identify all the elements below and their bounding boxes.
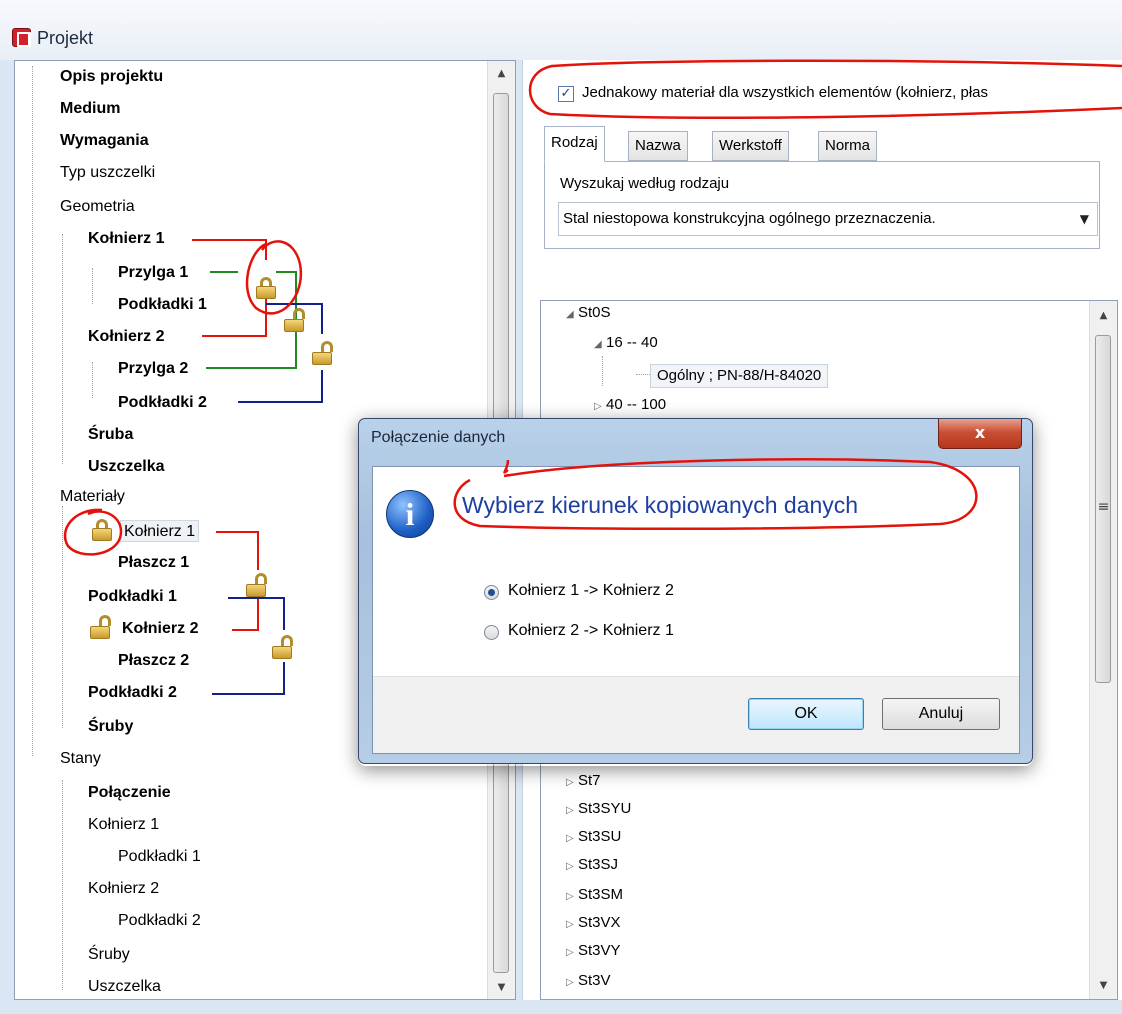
ok-button[interactable]: OK — [748, 698, 864, 730]
tree-guide — [92, 268, 93, 304]
copy-direction-2-to-1-label[interactable]: Kołnierz 2 -> Kołnierz 1 — [508, 622, 674, 640]
unlock-icon[interactable] — [312, 341, 333, 365]
tree-node-grade[interactable]: ▷ St3SJ — [566, 854, 618, 876]
tab-norma[interactable]: Norma — [818, 131, 878, 161]
tree-node-16-40[interactable]: ◢ 16 -- 40 — [594, 332, 658, 354]
lock-icon[interactable] — [256, 277, 276, 299]
tree-guide — [62, 506, 63, 728]
material-tree-scrollbar[interactable]: ▲ ≡ ▼ — [1089, 301, 1117, 999]
tree-node-grade[interactable]: ▷ St3V — [566, 970, 611, 992]
scroll-up-icon[interactable]: ▲ — [488, 63, 515, 83]
tree-item-mat-podkladki-2[interactable]: Podkładki 2 — [88, 682, 177, 704]
same-material-checkbox[interactable]: ✓ — [558, 86, 574, 102]
tree-item-opis-projektu[interactable]: Opis projektu — [60, 66, 163, 88]
scroll-down-icon[interactable]: ▼ — [1090, 975, 1117, 995]
collapsed-icon[interactable]: ▷ — [594, 396, 606, 418]
app-logo-icon — [12, 28, 31, 47]
info-icon: i — [386, 490, 434, 538]
tree-guide — [62, 234, 63, 464]
unlock-icon[interactable] — [284, 308, 305, 332]
tab-werkstoff[interactable]: Werkstoff — [712, 131, 789, 161]
copy-direction-1-to-2-radio[interactable] — [484, 585, 499, 600]
tab-nazwa[interactable]: Nazwa — [628, 131, 688, 161]
tree-node-grade[interactable]: ▷ St7 — [566, 770, 601, 792]
tree-item-przylga-2[interactable]: Przylga 2 — [118, 358, 188, 380]
tree-guide — [32, 66, 33, 756]
collapsed-icon[interactable]: ▷ — [566, 856, 578, 878]
unlock-icon[interactable] — [90, 615, 111, 639]
collapsed-icon[interactable]: ▷ — [566, 942, 578, 964]
unlock-icon[interactable] — [246, 573, 267, 597]
tree-item-plaszcz-1[interactable]: Płaszcz 1 — [118, 552, 189, 574]
expanded-icon[interactable]: ◢ — [566, 304, 578, 326]
lock-icon[interactable] — [92, 519, 112, 541]
scroll-down-icon[interactable]: ▼ — [488, 977, 515, 997]
tree-item-polaczenie[interactable]: Połączenie — [88, 782, 171, 804]
tab-rodzaj[interactable]: Rodzaj — [544, 126, 605, 162]
tree-item-uszczelka[interactable]: Uszczelka — [88, 456, 165, 478]
material-type-value: Stal niestopowa konstrukcyjna ogólnego p… — [563, 210, 936, 227]
cancel-button[interactable]: Anuluj — [882, 698, 1000, 730]
scroll-up-icon[interactable]: ▲ — [1090, 305, 1117, 325]
tree-item-stany-podkladki-2[interactable]: Podkładki 2 — [118, 910, 201, 932]
tree-node-40-100[interactable]: ▷ 40 -- 100 — [594, 394, 666, 416]
material-type-select[interactable]: Stal niestopowa konstrukcyjna ogólnego p… — [558, 202, 1098, 236]
tree-guide — [602, 356, 603, 386]
tree-item-geometria[interactable]: Geometria — [60, 196, 135, 218]
tree-item-przylga-1[interactable]: Przylga 1 — [118, 262, 188, 284]
tree-item-typ-uszczelki[interactable]: Typ uszczelki — [60, 162, 155, 184]
tree-item-mat-kolnierz-2[interactable]: Kołnierz 2 — [122, 618, 198, 640]
tree-item-stany-uszczelka[interactable]: Uszczelka — [88, 976, 161, 998]
tree-item-medium[interactable]: Medium — [60, 98, 120, 120]
copy-direction-2-to-1-radio[interactable] — [484, 625, 499, 640]
collapsed-icon[interactable]: ▷ — [566, 914, 578, 936]
tree-item-stany-kolnierz-1[interactable]: Kołnierz 1 — [88, 814, 159, 836]
tree-item-stany[interactable]: Stany — [60, 748, 101, 770]
window-title: Projekt — [37, 28, 94, 48]
collapsed-icon[interactable]: ▷ — [566, 800, 578, 822]
tree-node-st0s[interactable]: ◢ St0S — [566, 302, 611, 324]
tree-node-grade[interactable]: ▷ St3SYU — [566, 798, 631, 820]
tree-node-grade[interactable]: ▷ St3SM — [566, 884, 623, 906]
tree-guide — [62, 780, 63, 990]
chevron-down-icon[interactable]: ▼ — [1080, 203, 1089, 235]
tree-item-stany-sruby[interactable]: Śruby — [88, 944, 130, 966]
tree-item-podkladki-2[interactable]: Podkładki 2 — [118, 392, 207, 414]
app-window: Projekt ▲ ▼ Opis projektu Medium Wymagan… — [0, 0, 1122, 1014]
tree-item-plaszcz-2[interactable]: Płaszcz 2 — [118, 650, 189, 672]
tree-guide — [92, 362, 93, 398]
tree-node-grade[interactable]: ▷ St3SU — [566, 826, 621, 848]
collapsed-icon[interactable]: ▷ — [566, 772, 578, 794]
tree-item-kolnierz-2[interactable]: Kołnierz 2 — [88, 326, 164, 348]
dialog-title: Połączenie danych — [371, 429, 506, 446]
unlock-icon[interactable] — [272, 635, 293, 659]
tree-item-kolnierz-1[interactable]: Kołnierz 1 — [88, 228, 164, 250]
tree-guide — [636, 374, 650, 375]
tree-item-mat-podkladki-1[interactable]: Podkładki 1 — [88, 586, 177, 608]
close-icon[interactable]: x — [938, 419, 1022, 449]
dialog-heading: Wybierz kierunek kopiowanych danych — [462, 492, 859, 518]
tree-item-stany-podkladki-1[interactable]: Podkładki 1 — [118, 846, 201, 868]
search-by-type-label: Wyszukaj według rodzaju — [560, 175, 730, 192]
collapsed-icon[interactable]: ▷ — [566, 972, 578, 994]
tree-item-sruba[interactable]: Śruba — [88, 424, 133, 446]
same-material-label: Jednakowy materiał dla wszystkich elemen… — [582, 84, 988, 101]
tree-item-podkladki-1[interactable]: Podkładki 1 — [118, 294, 207, 316]
tree-node-ogolny[interactable]: Ogólny ; PN-88/H-84020 — [650, 364, 829, 388]
collapsed-icon[interactable]: ▷ — [566, 828, 578, 850]
tree-node-grade[interactable]: ▷ St3VX — [566, 912, 621, 934]
title-bar: Projekt — [0, 0, 1122, 60]
collapsed-icon[interactable]: ▷ — [566, 886, 578, 908]
expanded-icon[interactable]: ◢ — [594, 334, 606, 356]
tree-item-mat-kolnierz-1[interactable]: Kołnierz 1 — [120, 520, 200, 542]
copy-direction-1-to-2-label[interactable]: Kołnierz 1 -> Kołnierz 2 — [508, 582, 674, 600]
tree-item-materialy[interactable]: Materiały — [60, 486, 125, 508]
grip-icon: ≡ — [1097, 499, 1110, 515]
tree-node-grade[interactable]: ▷ St3VY — [566, 940, 621, 962]
tree-item-sruby[interactable]: Śruby — [88, 716, 133, 738]
tree-item-stany-kolnierz-2[interactable]: Kołnierz 2 — [88, 878, 159, 900]
tree-item-wymagania[interactable]: Wymagania — [60, 130, 149, 152]
